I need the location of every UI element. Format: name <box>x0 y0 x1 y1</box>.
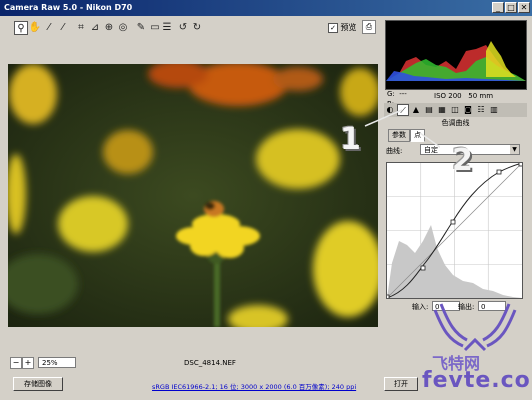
aperture: f/1.4 <box>434 82 450 90</box>
callout-number-2: 2 <box>452 143 473 178</box>
crop-tool-icon[interactable]: ⌗ <box>74 21 88 35</box>
zoom-tool-icon[interactable]: ⚲ <box>14 21 28 35</box>
toolbar: ⚲ ✋ ⁄ ⁄ ⌗ ⊿ ⊕ ◎ ✎ ▭ ☰ ↺ ↻ <box>0 17 380 39</box>
preview-bottom-bar: − + 25% DSC_4814.NEF <box>8 355 378 371</box>
open-image-button[interactable]: 打开 <box>384 377 418 391</box>
rotate-left-icon[interactable]: ↺ <box>176 21 190 35</box>
white-balance-tool-icon[interactable]: ⁄ <box>42 21 56 35</box>
title-bar: Camera Raw 5.0 - Nikon D70 _ □ ✕ <box>0 0 532 16</box>
spot-removal-tool-icon[interactable]: ⊕ <box>102 21 116 35</box>
minimize-button[interactable]: _ <box>492 2 504 13</box>
zoom-in-icon[interactable]: + <box>22 357 34 369</box>
filename: DSC_4814.NEF <box>184 359 236 367</box>
close-button[interactable]: ✕ <box>518 2 530 13</box>
window-title: Camera Raw 5.0 - Nikon D70 <box>4 3 133 12</box>
shutter: 1/1250 秒 <box>454 82 489 90</box>
preferences-icon[interactable]: ☰ <box>160 21 174 35</box>
workflow-options-link[interactable]: sRGB IEC61966-2.1; 16 位; 3000 x 2000 (6.… <box>152 381 356 391</box>
curve-svg <box>384 161 524 300</box>
callout-number-1: 1 <box>340 122 361 157</box>
image-preview[interactable] <box>8 64 378 327</box>
maximize-button[interactable]: □ <box>505 2 517 13</box>
tab-lens-icon[interactable]: ◫ <box>449 104 461 116</box>
save-image-button[interactable]: 存储图像 <box>13 377 63 391</box>
adjustment-brush-icon[interactable]: ✎ <box>134 21 148 35</box>
focal-length: 50 mm <box>468 92 494 100</box>
fullscreen-icon[interactable]: ⎙ <box>362 20 376 34</box>
tab-camera-calibration-icon[interactable]: ◙ <box>462 104 474 116</box>
watermark-english: fevte.com <box>422 368 532 393</box>
tab-snapshots-icon[interactable]: ▥ <box>488 104 500 116</box>
preview-label: 预览 <box>340 23 357 32</box>
checkbox-icon[interactable]: ✓ <box>328 22 338 33</box>
camera-info: f/1.4 1/1250 秒 ISO 200 50 mm <box>434 81 493 101</box>
preview-checkbox[interactable]: ✓ 预览 <box>328 22 357 33</box>
zoom-level-select[interactable]: 25% <box>38 357 76 368</box>
flower-photo <box>8 64 378 327</box>
iso: ISO 200 <box>434 92 462 100</box>
zoom-out-icon[interactable]: − <box>10 357 22 369</box>
color-sampler-tool-icon[interactable]: ⁄ <box>56 21 70 35</box>
red-eye-tool-icon[interactable]: ◎ <box>116 21 130 35</box>
tone-curve-graph[interactable] <box>384 161 524 300</box>
tab-presets-icon[interactable]: ☷ <box>475 104 487 116</box>
straighten-tool-icon[interactable]: ⊿ <box>88 21 102 35</box>
chevron-down-icon[interactable]: ▼ <box>510 145 519 154</box>
hand-tool-icon[interactable]: ✋ <box>28 21 42 35</box>
rotate-right-icon[interactable]: ↻ <box>190 21 204 35</box>
